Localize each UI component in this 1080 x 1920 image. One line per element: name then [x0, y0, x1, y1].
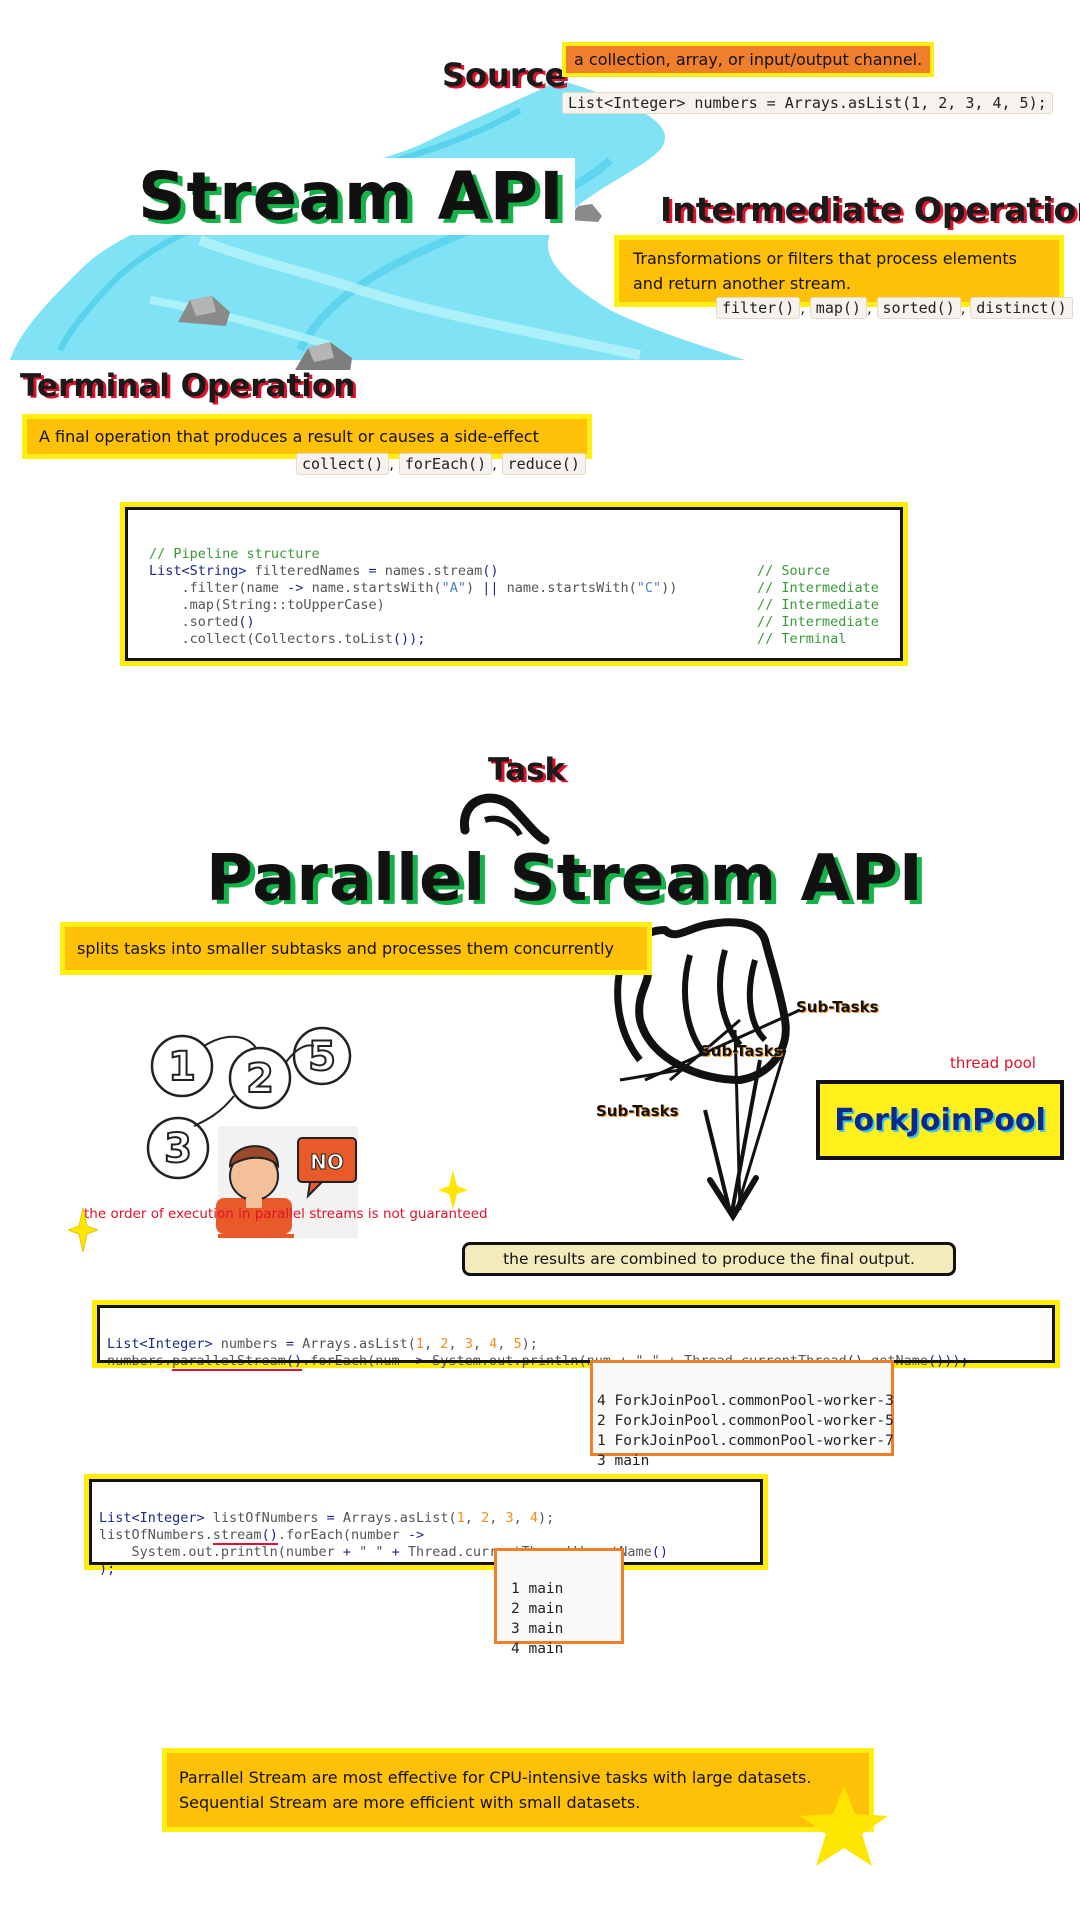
forkjoinpool-label: ForkJoinPool — [834, 1102, 1046, 1138]
pipeline-comment-source: // Source — [757, 563, 831, 579]
thread-pool-label: thread pool — [950, 1054, 1036, 1072]
parallelstream-highlight: parallelStream() — [172, 1353, 303, 1371]
parallel-output: 4 ForkJoinPool.commonPool-worker-3 2 Fork… — [590, 1360, 894, 1469]
parallel-description: splits tasks into smaller subtasks and p… — [60, 922, 652, 975]
ball-number: 5 — [308, 1034, 336, 1080]
subtask-label: Sub-Tasks — [796, 998, 879, 1016]
terminal-methods: collect(), forEach(), reduce() — [296, 453, 586, 475]
sequential-output: 1 main 2 main 3 main 4 main — [494, 1548, 624, 1657]
output-line: 3 main — [511, 1621, 564, 1637]
output-line: 1 ForkJoinPool.commonPool-worker-7 — [597, 1433, 894, 1449]
conclusion-line: Parrallel Stream are most effective for … — [179, 1768, 812, 1787]
conclusion-line: Sequential Stream are more efficient wit… — [179, 1793, 641, 1812]
output-line: 2 ForkJoinPool.commonPool-worker-5 — [597, 1413, 894, 1429]
source-heading: Source — [442, 56, 567, 94]
ball-number: 2 — [246, 1056, 274, 1102]
forkjoinpool-box: ForkJoinPool — [816, 1080, 1064, 1160]
method-foreach: forEach() — [398, 453, 493, 475]
method-map: map() — [809, 297, 867, 319]
star-icon — [800, 1786, 888, 1866]
method-collect: collect() — [296, 453, 390, 475]
source-description: a collection, array, or input/output cha… — [562, 42, 935, 77]
terminal-heading: Terminal Operation — [20, 368, 356, 404]
pipeline-code: // Pipeline structure List<String> filter… — [149, 546, 879, 647]
parallel-code: List<Integer> numbers = Arrays.asList(1,… — [107, 1336, 969, 1371]
combine-note: the results are combined to produce the … — [462, 1242, 956, 1276]
method-reduce: reduce() — [501, 453, 586, 475]
source-code: List<Integer> numbers = Arrays.asList(1,… — [562, 92, 1053, 114]
svg-text:NO: NO — [310, 1150, 344, 1174]
output-line: 4 ForkJoinPool.commonPool-worker-3 — [597, 1393, 894, 1409]
conclusion-box: Parrallel Stream are most effective for … — [162, 1748, 874, 1832]
pipeline-comment-intermediate: // Intermediate — [757, 597, 879, 613]
output-line: 4 main — [511, 1641, 564, 1657]
sequential-code-box: List<Integer> listOfNumbers = Arrays.asL… — [84, 1474, 768, 1577]
sequential-code: List<Integer> listOfNumbers = Arrays.asL… — [99, 1510, 669, 1577]
parallel-code-box: List<Integer> numbers = Arrays.asList(1,… — [92, 1300, 1060, 1371]
ball-number: 3 — [164, 1126, 192, 1172]
intermediate-heading: Intermediate Operations — [656, 190, 1080, 229]
method-sorted: sorted() — [876, 297, 961, 319]
pipeline-comment-intermediate: // Intermediate — [757, 580, 879, 596]
order-note: the order of execution in parallel strea… — [84, 1206, 488, 1222]
subtask-label: Sub-Tasks — [596, 1102, 679, 1120]
subtask-label: Sub-Tasks — [700, 1042, 783, 1060]
method-distinct: distinct() — [970, 297, 1073, 319]
sparkle-icon — [438, 1170, 468, 1210]
stream-highlight: stream() — [212, 1527, 278, 1545]
intermediate-methods: filter(), map(), sorted(), distinct() — [716, 297, 1073, 319]
pipeline-comment-terminal: // Terminal — [757, 631, 847, 647]
method-filter: filter() — [716, 297, 801, 319]
output-line: 2 main — [511, 1601, 564, 1617]
parallel-stream-api-title: Parallel Stream API — [206, 842, 924, 916]
stream-api-title: Stream API — [128, 158, 575, 235]
output-line: 3 main — [597, 1453, 650, 1469]
pipeline-code-box: // Pipeline structure List<String> filter… — [120, 502, 908, 666]
pipeline-comment-intermediate: // Intermediate — [757, 614, 879, 630]
ball-number: 1 — [168, 1044, 196, 1090]
output-line: 1 main — [511, 1581, 564, 1597]
